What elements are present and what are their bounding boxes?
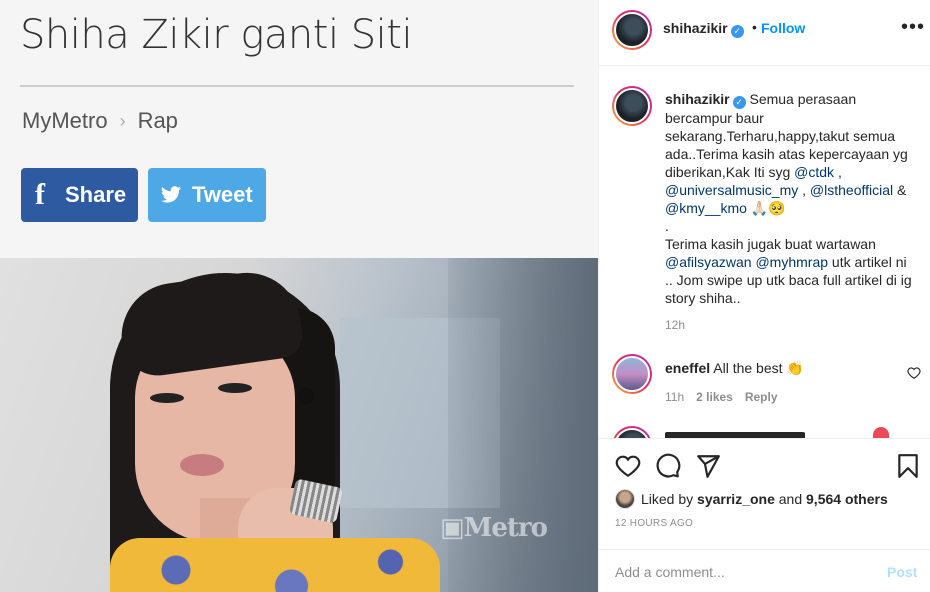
verified-badge-icon: ✓ bbox=[730, 25, 744, 38]
mention-link[interactable]: @kmy__kmo bbox=[665, 200, 747, 216]
comment-time[interactable]: 11h bbox=[665, 390, 684, 404]
liked-by-prefix: Liked by bbox=[641, 491, 694, 507]
twitter-bird-icon bbox=[160, 186, 182, 203]
divider bbox=[20, 85, 574, 87]
post-header: shihazikir ✓ • Follow ••• bbox=[599, 0, 930, 66]
caption-timestamp[interactable]: 12h bbox=[665, 318, 685, 332]
breadcrumb-section: MyMetro bbox=[22, 108, 108, 133]
mention-link[interactable]: @myhmrap bbox=[755, 254, 828, 270]
add-comment-input[interactable] bbox=[615, 560, 865, 584]
share-label: Share bbox=[65, 182, 127, 207]
caption-text: shihazikir ✓ Semua perasaan bercampur bau… bbox=[665, 90, 917, 307]
caption-separator: , bbox=[798, 182, 810, 198]
comment-likes[interactable]: 2 likes bbox=[696, 390, 733, 404]
liked-by-mid: and bbox=[778, 491, 803, 507]
mention-link[interactable]: @afilsyazwan bbox=[665, 254, 752, 270]
send-paper-plane-icon[interactable] bbox=[695, 453, 721, 479]
reply-button[interactable]: Reply bbox=[745, 390, 778, 404]
mention-link[interactable]: @ctdk bbox=[794, 164, 834, 180]
comment-item: eneffel All the best 👏 11h 2 likes Reply bbox=[599, 352, 930, 412]
comment-bubble-icon[interactable] bbox=[655, 453, 681, 479]
tweet-label: Tweet bbox=[192, 182, 253, 207]
comment-meta: 11h 2 likes Reply bbox=[665, 390, 778, 404]
comment-body: All the best 👏 bbox=[713, 360, 804, 376]
article-photo: ▣Metro bbox=[0, 258, 598, 592]
article-header: Shiha Zikir ganti Siti MyMetro › Rap f S… bbox=[0, 0, 598, 258]
post-username-row: shihazikir ✓ bbox=[663, 20, 744, 38]
verified-badge-icon: ✓ bbox=[732, 96, 746, 109]
comment-item-partial bbox=[599, 424, 930, 438]
heart-outline-icon[interactable] bbox=[615, 453, 641, 479]
facebook-share-button: f Share bbox=[21, 168, 138, 222]
separator-dot: • bbox=[752, 19, 757, 35]
comment-username[interactable]: eneffel bbox=[665, 360, 710, 376]
more-options-icon[interactable]: ••• bbox=[901, 16, 925, 39]
mention-link[interactable]: @universalmusic_my bbox=[665, 182, 798, 198]
bookmark-icon[interactable] bbox=[895, 453, 921, 479]
facebook-icon: f bbox=[35, 178, 45, 211]
follow-button[interactable]: Follow bbox=[761, 20, 805, 36]
breadcrumb-subsection: Rap bbox=[137, 108, 178, 133]
photo-earring bbox=[298, 388, 314, 404]
post-timestamp[interactable]: 12 HOURS AGO bbox=[615, 518, 693, 529]
caption-dot-line: . bbox=[665, 218, 669, 234]
add-comment-bar: Post bbox=[599, 549, 930, 592]
chevron-right-icon: › bbox=[119, 110, 126, 131]
instagram-post-panel: shihazikir ✓ • Follow ••• shihazikir ✓ Sem… bbox=[598, 0, 930, 592]
post-username[interactable]: shihazikir bbox=[663, 20, 728, 36]
heart-emoji-icon bbox=[873, 427, 889, 438]
avatar[interactable] bbox=[615, 489, 635, 509]
post-actions: Liked by syarriz_one and 9,564 others 12… bbox=[599, 438, 930, 592]
comment-text: eneffel All the best 👏 bbox=[665, 360, 804, 377]
avatar[interactable] bbox=[612, 426, 652, 438]
liked-by: Liked by syarriz_one and 9,564 others bbox=[615, 489, 888, 509]
article-screenshot: Shiha Zikir ganti Siti MyMetro › Rap f S… bbox=[0, 0, 598, 592]
heart-outline-icon[interactable] bbox=[907, 366, 921, 380]
caption-separator: & bbox=[893, 182, 907, 198]
likes-count[interactable]: 9,564 others bbox=[806, 491, 888, 507]
post-comment-button[interactable]: Post bbox=[887, 564, 917, 580]
caption-username[interactable]: shihazikir bbox=[665, 91, 730, 107]
photo-eye-right bbox=[218, 383, 252, 393]
caption-separator: , bbox=[834, 164, 842, 180]
caption-body: Terima kasih jugak buat wartawan bbox=[665, 236, 876, 252]
avatar[interactable] bbox=[612, 10, 652, 50]
mention-link[interactable]: @lstheofficial bbox=[810, 182, 893, 198]
twitter-tweet-button: Tweet bbox=[148, 168, 266, 222]
avatar[interactable] bbox=[612, 86, 652, 126]
photo-lips bbox=[180, 454, 224, 476]
liked-by-user[interactable]: syarriz_one bbox=[697, 491, 775, 507]
photo-dress bbox=[110, 538, 440, 592]
caption-emoji: 🙏🏻🥺 bbox=[746, 200, 786, 216]
breadcrumb: MyMetro › Rap bbox=[22, 108, 178, 134]
photo-eye-left bbox=[150, 393, 184, 403]
article-headline: Shiha Zikir ganti Siti bbox=[20, 12, 413, 58]
avatar[interactable] bbox=[612, 354, 652, 394]
metro-watermark: ▣Metro bbox=[440, 513, 548, 543]
